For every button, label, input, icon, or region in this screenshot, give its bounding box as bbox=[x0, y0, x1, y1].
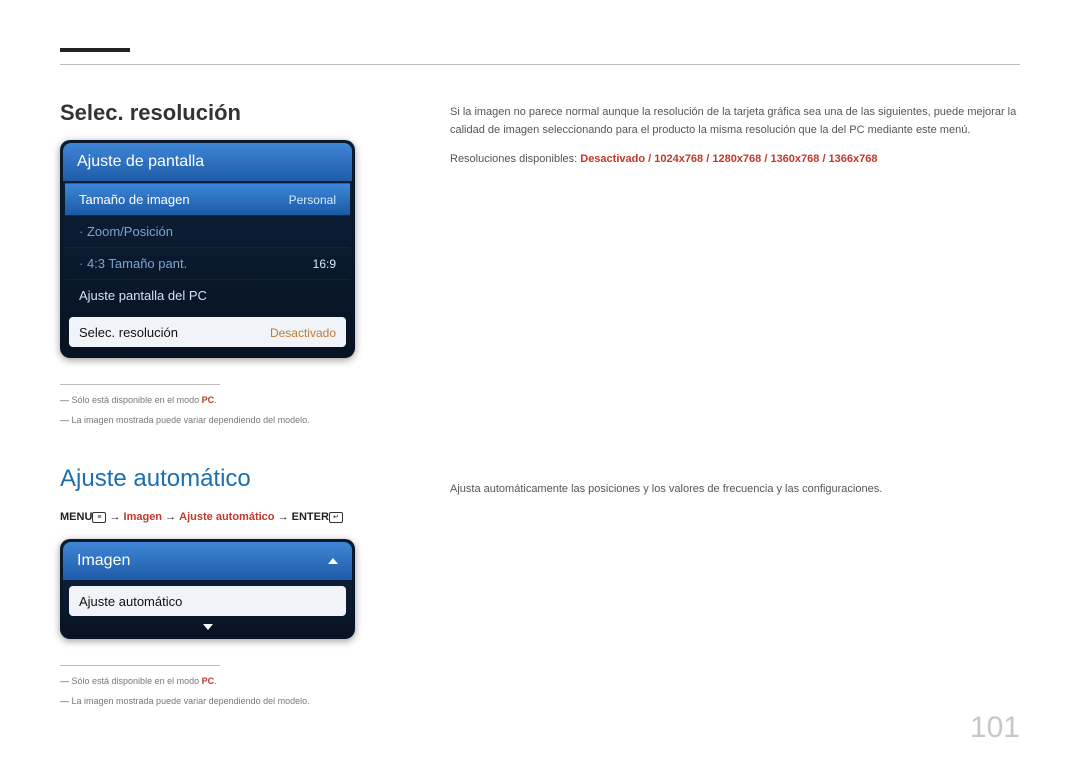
section2-description: Ajusta automáticamente las posiciones y … bbox=[450, 435, 1020, 716]
row-value: Personal bbox=[289, 193, 336, 207]
section2-footnotes: Sólo está disponible en el modo PC. La i… bbox=[60, 665, 400, 706]
section2-title: Ajuste automático bbox=[60, 465, 400, 493]
bc-menu: MENU bbox=[60, 511, 92, 523]
panel2-body: Ajuste automático bbox=[63, 580, 352, 636]
menu-icon: ≡ bbox=[92, 512, 106, 523]
row-ajuste-pantalla-pc[interactable]: Ajuste pantalla del PC bbox=[65, 279, 350, 311]
arrow-down-icon bbox=[203, 624, 213, 630]
row-label: 4:3 Tamaño pant. bbox=[79, 256, 187, 271]
section1-footnotes: Sólo está disponible en el modo PC. La i… bbox=[60, 384, 400, 425]
section2-right-text: Ajusta automáticamente las posiciones y … bbox=[450, 481, 1020, 499]
row-label: Selec. resolución bbox=[79, 325, 178, 340]
row-value: Desactivado bbox=[270, 326, 336, 340]
footnote1b: Sólo está disponible en el modo PC. bbox=[60, 676, 400, 686]
bc-ajuste: Ajuste automático bbox=[179, 511, 274, 523]
footnote2b: La imagen mostrada puede variar dependie… bbox=[60, 696, 400, 706]
section1-title: Selec. resolución bbox=[60, 100, 400, 126]
row-43-tamano[interactable]: 4:3 Tamaño pant. 16:9 bbox=[65, 247, 350, 279]
breadcrumb: MENU≡ → Imagen → Ajuste automático → ENT… bbox=[60, 511, 400, 523]
row-selec-resolucion[interactable]: Selec. resolución Desactivado bbox=[69, 317, 346, 347]
row-label: Zoom/Posición bbox=[79, 224, 173, 239]
header-accent-bar bbox=[60, 48, 130, 52]
header-rule bbox=[60, 64, 1020, 65]
panel1-body: Tamaño de imagen Personal Zoom/Posición … bbox=[63, 181, 352, 355]
bc-imagen: Imagen bbox=[124, 511, 163, 523]
screen-adjust-panel: Ajuste de pantalla Tamaño de imagen Pers… bbox=[60, 140, 355, 358]
row-label: Ajuste pantalla del PC bbox=[79, 288, 207, 303]
arrow-up-icon[interactable] bbox=[328, 558, 338, 564]
page-number: 101 bbox=[970, 711, 1020, 745]
row-value: 16:9 bbox=[313, 257, 336, 271]
arrow-down-row[interactable] bbox=[65, 620, 350, 634]
section1-right-text: Si la imagen no parece normal aunque la … bbox=[450, 104, 1020, 139]
row-tamano-imagen[interactable]: Tamaño de imagen Personal bbox=[65, 183, 350, 215]
panel1-header: Ajuste de pantalla bbox=[63, 143, 352, 181]
bc-enter: ENTER bbox=[292, 511, 329, 523]
panel2-header: Imagen bbox=[63, 542, 352, 580]
row-label: Tamaño de imagen bbox=[79, 192, 190, 207]
imagen-panel: Imagen Ajuste automático bbox=[60, 539, 355, 639]
row-zoom-posicion[interactable]: Zoom/Posición bbox=[65, 215, 350, 247]
enter-icon: ↵ bbox=[329, 512, 343, 523]
row-ajuste-automatico[interactable]: Ajuste automático bbox=[69, 586, 346, 616]
resolutions-line: Resoluciones disponibles: Desactivado / … bbox=[450, 151, 1020, 169]
section1-description: Si la imagen no parece normal aunque la … bbox=[450, 100, 1020, 435]
footnote1: Sólo está disponible en el modo PC. bbox=[60, 395, 400, 405]
row-label: Ajuste automático bbox=[79, 594, 182, 609]
footnote2: La imagen mostrada puede variar dependie… bbox=[60, 415, 400, 425]
